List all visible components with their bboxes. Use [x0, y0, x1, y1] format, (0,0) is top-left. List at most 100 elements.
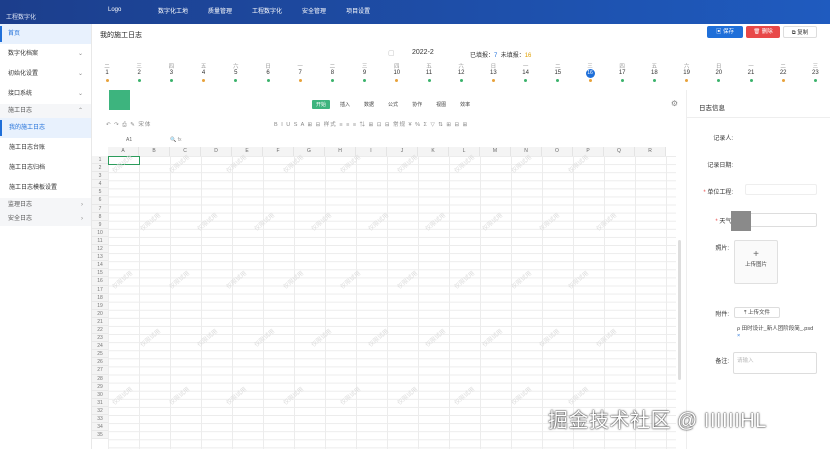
- row-header[interactable]: 27: [92, 366, 108, 375]
- nav-item[interactable]: 质量管理: [198, 0, 242, 24]
- day-cell[interactable]: 日 20: [709, 62, 729, 82]
- nav-item[interactable]: 项目设置: [336, 0, 380, 24]
- upload-file-button[interactable]: ⤒ 上传文件: [734, 307, 780, 318]
- remark-input[interactable]: 请输入: [733, 352, 817, 374]
- app-logo[interactable]: Logo: [108, 7, 121, 13]
- row-header[interactable]: 34: [92, 423, 108, 432]
- day-cell[interactable]: 四3: [161, 62, 181, 82]
- row-header[interactable]: 20: [92, 309, 108, 318]
- ribbon-tab[interactable]: 公式: [384, 100, 402, 109]
- row-header[interactable]: 11: [92, 236, 108, 246]
- row-header[interactable]: 17: [92, 285, 108, 294]
- row-header[interactable]: 30: [92, 390, 108, 399]
- column-header[interactable]: R: [635, 147, 666, 156]
- column-header[interactable]: F: [263, 147, 294, 156]
- sidebar-group-safety-log[interactable]: 安全日志 ›: [0, 212, 91, 226]
- row-header[interactable]: 4: [92, 180, 108, 189]
- sidebar-subitem[interactable]: 施工日志模板设置: [0, 178, 91, 198]
- ribbon-tab[interactable]: 插入: [336, 100, 354, 109]
- day-cell[interactable]: 二8: [322, 62, 342, 82]
- row-header[interactable]: 13: [92, 253, 108, 262]
- column-header[interactable]: L: [449, 147, 480, 156]
- ribbon-tab[interactable]: 开始: [312, 100, 331, 109]
- row-header[interactable]: 26: [92, 358, 108, 367]
- sidebar-subitem[interactable]: 施工日志归档: [0, 158, 91, 178]
- copy-button[interactable]: ⧉ 复制: [783, 26, 817, 38]
- row-header[interactable]: 22: [92, 325, 108, 335]
- row-header[interactable]: 25: [92, 350, 108, 359]
- sidebar-subitem[interactable]: 我的施工日志: [0, 118, 91, 138]
- day-cell[interactable]: 三 16: [580, 62, 600, 82]
- nav-item[interactable]: 安全管理: [292, 0, 336, 24]
- column-header[interactable]: P: [573, 147, 604, 156]
- day-cell[interactable]: 五 11: [419, 62, 439, 82]
- row-header[interactable]: 10: [92, 228, 108, 237]
- day-cell[interactable]: 日6: [258, 62, 278, 82]
- row-header[interactable]: 14: [92, 261, 108, 270]
- row-header[interactable]: 19: [92, 301, 108, 310]
- day-cell[interactable]: 六 12: [451, 62, 471, 82]
- day-cell[interactable]: 五 18: [644, 62, 664, 82]
- ribbon-tab[interactable]: 协作: [408, 100, 426, 109]
- ribbon-tab[interactable]: 数据: [360, 100, 378, 109]
- day-cell[interactable]: 三9: [355, 62, 375, 82]
- day-cell[interactable]: 二1: [97, 62, 117, 82]
- row-header[interactable]: 5: [92, 188, 108, 197]
- day-cell[interactable]: 三2: [129, 62, 149, 82]
- day-cell[interactable]: 四 17: [612, 62, 632, 82]
- row-header[interactable]: 31: [92, 398, 108, 407]
- sidebar-item-home[interactable]: 首页: [0, 24, 91, 44]
- day-cell[interactable]: 一7: [290, 62, 310, 82]
- column-header[interactable]: O: [542, 147, 573, 156]
- day-cell[interactable]: 四 10: [387, 62, 407, 82]
- row-header[interactable]: 12: [92, 245, 108, 254]
- row-header[interactable]: 32: [92, 406, 108, 415]
- row-header[interactable]: 1: [92, 156, 108, 165]
- row-header[interactable]: 7: [92, 204, 108, 213]
- delete-button[interactable]: 🗑 删除: [746, 26, 780, 38]
- sidebar-group-construction-log[interactable]: 施工日志 ⌃: [0, 104, 91, 118]
- day-cell[interactable]: 一 21: [741, 62, 761, 82]
- row-header[interactable]: 15: [92, 269, 108, 278]
- row-header[interactable]: 28: [92, 374, 108, 383]
- column-header[interactable]: I: [356, 147, 387, 156]
- row-header[interactable]: 29: [92, 382, 108, 391]
- nav-item[interactable]: 工程数字化: [242, 0, 292, 24]
- remove-file-icon[interactable]: ×: [737, 333, 740, 339]
- settings-icon[interactable]: ⚙: [671, 99, 678, 108]
- row-header[interactable]: 9: [92, 220, 108, 229]
- column-header[interactable]: K: [418, 147, 449, 156]
- upload-photo-button[interactable]: + 上传图片: [734, 240, 778, 284]
- ribbon-tab[interactable]: 效率: [456, 100, 474, 109]
- row-header[interactable]: 2: [92, 164, 108, 173]
- row-header[interactable]: 33: [92, 415, 108, 424]
- nav-item[interactable]: 数字化工地: [148, 0, 198, 24]
- row-header[interactable]: 24: [92, 342, 108, 351]
- sidebar-item[interactable]: 数字化档案 ⌄: [0, 44, 91, 64]
- row-header[interactable]: 3: [92, 172, 108, 181]
- row-header[interactable]: 16: [92, 277, 108, 286]
- cell-reference[interactable]: A1: [126, 137, 132, 143]
- day-cell[interactable]: 二 22: [773, 62, 793, 82]
- unit-project-input[interactable]: [745, 184, 817, 195]
- sidebar-subitem[interactable]: 施工日志台账: [0, 138, 91, 158]
- row-header[interactable]: 8: [92, 212, 108, 221]
- row-header[interactable]: 35: [92, 431, 108, 440]
- sidebar-group-supervision-log[interactable]: 监理日志 ›: [0, 198, 91, 212]
- day-cell[interactable]: 五4: [194, 62, 214, 82]
- column-header[interactable]: M: [480, 147, 511, 156]
- row-header[interactable]: 6: [92, 196, 108, 205]
- day-cell[interactable]: 一 14: [516, 62, 536, 82]
- column-header[interactable]: Q: [604, 147, 635, 156]
- column-header[interactable]: H: [325, 147, 356, 156]
- column-header[interactable]: E: [232, 147, 263, 156]
- day-cell[interactable]: 三 23: [805, 62, 825, 82]
- save-button[interactable]: ▣ 保存: [707, 26, 743, 38]
- row-header[interactable]: 23: [92, 334, 108, 343]
- column-header[interactable]: B: [139, 147, 170, 156]
- row-header[interactable]: 18: [92, 293, 108, 302]
- ribbon-tab[interactable]: 视图: [432, 100, 450, 109]
- calendar-icon[interactable]: ▢: [388, 49, 395, 57]
- vertical-scrollbar[interactable]: [678, 240, 681, 380]
- column-header[interactable]: D: [201, 147, 232, 156]
